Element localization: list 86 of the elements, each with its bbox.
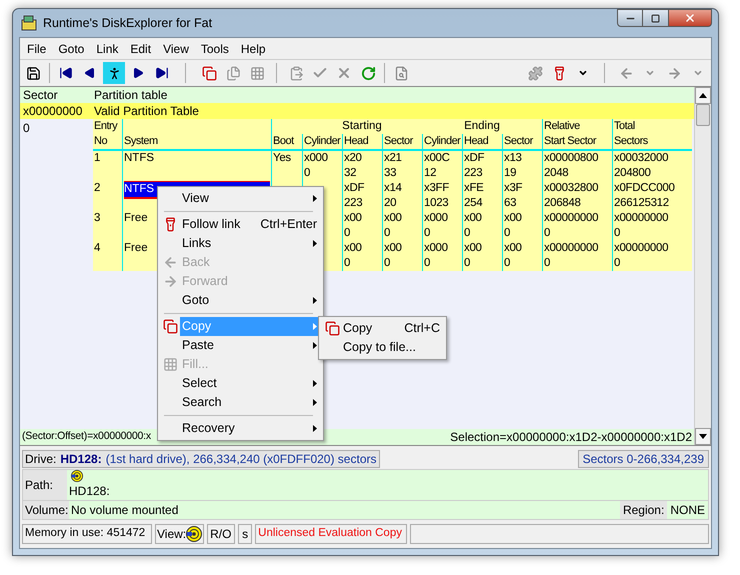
table-cell-text: x00000000 0 <box>614 241 670 271</box>
scrollbar[interactable] <box>694 87 711 445</box>
drive-label: Drive: <box>25 450 56 468</box>
disc-icon <box>186 526 202 542</box>
menu-item[interactable]: Link <box>90 38 124 59</box>
selection-text: Selection=x00000000:x1D2-x00000000:x1D2 <box>450 429 692 446</box>
path-value: HD128: <box>69 483 110 500</box>
table-cell-text: x00 0 <box>504 241 523 271</box>
column-header: Head <box>343 134 370 149</box>
table-cell-text: x00 0 <box>344 241 363 271</box>
region-value: NONE <box>669 502 706 519</box>
menu-item[interactable]: Links <box>180 234 321 253</box>
volume-value: No volume mounted <box>70 502 178 519</box>
table-cell-text: 1 <box>94 151 102 166</box>
sector-range: Sectors 0-266,334,239 <box>578 450 709 468</box>
menu-item[interactable]: View <box>157 38 195 59</box>
table-cell-text: x00 0 <box>464 241 483 271</box>
menu-item[interactable]: Copy to file... <box>343 338 444 357</box>
menu-item[interactable]: Goto <box>180 291 321 310</box>
menu-item[interactable]: Help <box>234 38 272 59</box>
table-cell-text: x00 0 <box>384 241 403 271</box>
menu-item[interactable]: Recovery <box>180 419 321 438</box>
offset-text: (Sector:Offset)=x00000000:x <box>22 429 151 444</box>
fill-icon <box>162 357 178 372</box>
maximize-button[interactable] <box>643 9 669 27</box>
column-header: Entry No <box>93 119 118 149</box>
copy-icon <box>162 319 178 334</box>
close-button[interactable] <box>669 9 712 27</box>
column-header: System <box>123 134 159 149</box>
column-header: Partition table <box>93 87 168 104</box>
close-icon <box>684 12 696 24</box>
path-label: Path: <box>23 470 67 500</box>
drive-name: HD128: <box>60 450 102 468</box>
menu-item[interactable]: Search <box>180 393 321 412</box>
table-cell-text: 4 <box>94 241 102 256</box>
app-icon <box>21 15 37 31</box>
maximize-icon <box>651 14 660 22</box>
scrollbar-thumb[interactable] <box>696 104 710 126</box>
menu-item[interactable]: Edit <box>124 38 158 59</box>
column-header: Sector <box>22 87 59 104</box>
column-header: Relative Start Sector <box>543 119 598 149</box>
minimize-button[interactable] <box>617 9 643 27</box>
table-cell-text: x000 0 <box>424 241 449 271</box>
memory-text: Memory in use: 451472 <box>22 524 152 544</box>
volume-label: Volume: <box>23 501 69 519</box>
menu-item[interactable]: Goto <box>52 38 90 59</box>
drive-description: (1st hard drive), 266,334,240 (x0FDFF020) sectors <box>106 450 376 468</box>
table-cell-text: x00000000 0 <box>544 241 600 271</box>
menu-item[interactable]: File <box>21 38 52 59</box>
license-text: Unlicensed Evaluation Copy <box>255 524 408 544</box>
column-header: Head <box>463 134 490 149</box>
column-header: Cylinder <box>303 134 342 149</box>
view-label: View: <box>157 526 186 543</box>
back-icon <box>162 255 178 270</box>
table-cell-text: Yes <box>273 151 292 166</box>
column-group-header: Starting <box>341 119 383 134</box>
column-header: Sector <box>503 134 534 149</box>
table-cell[interactable]: NTFS <box>124 151 270 166</box>
scroll-down-icon[interactable] <box>699 434 707 439</box>
window-title: Runtime's DiskExplorer for Fat <box>43 14 212 32</box>
column-header: Boot <box>272 134 296 149</box>
disc-icon <box>69 470 85 482</box>
description-text: Valid Partition Table <box>93 103 199 120</box>
scroll-up-icon[interactable] <box>699 93 707 98</box>
flag-text: s <box>238 524 252 544</box>
menu-item[interactable]: Tools <box>194 38 235 59</box>
copy-icon <box>324 321 340 336</box>
table-cell-text: 3 <box>94 211 102 226</box>
partition-row[interactable]: x00000000 Valid Partition Table <box>20 103 694 119</box>
menu-item[interactable]: Copy Ctrl+C <box>343 319 444 338</box>
forward-icon <box>162 274 178 289</box>
table-cell-text: x000 0 <box>304 151 329 181</box>
runner-icon[interactable] <box>103 62 125 84</box>
region-label: Region: <box>620 501 668 519</box>
column-header: Total Sectors <box>613 119 649 149</box>
menu-item[interactable]: Select <box>180 374 321 393</box>
sector-text: 0 <box>23 121 30 135</box>
menu-item[interactable]: Paste <box>180 336 321 355</box>
column-header: Cylinder <box>423 134 462 149</box>
table-cell-text: 2 <box>94 181 102 196</box>
sector-text: x00000000 <box>22 103 84 120</box>
menu-item[interactable]: Follow link Ctrl+Enter <box>180 215 321 234</box>
column-header: Sector <box>383 134 414 149</box>
mode-text: R/O <box>207 524 236 544</box>
column-group-header: Ending <box>463 119 501 134</box>
menu-item[interactable]: View <box>180 189 321 208</box>
